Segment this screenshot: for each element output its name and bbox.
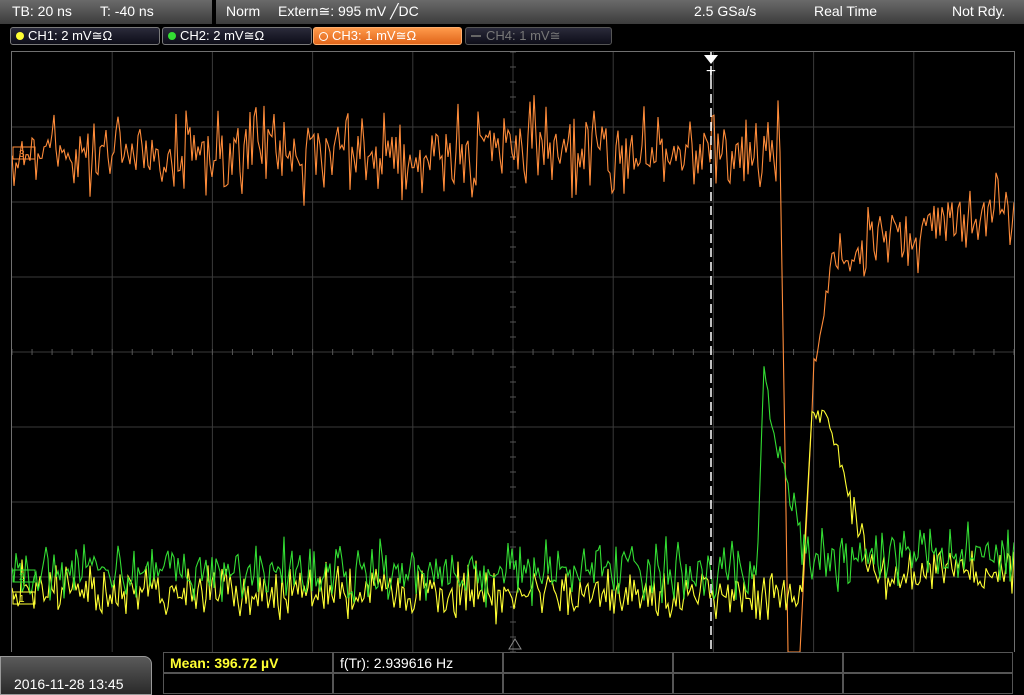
trigger-arrow-icon[interactable] (704, 55, 718, 64)
acquisition-state: Not Rdy. (952, 3, 1006, 19)
sample-rate: 2.5 GSa/s (694, 3, 757, 19)
measurement-cell-empty (503, 673, 673, 694)
bottom-bar: 2016-11-28 13:45 Mean: 396.72 µV f(Tr): … (0, 652, 1024, 695)
waveform-svg: T 3 2 1 (11, 51, 1015, 653)
measurement-cell-empty (673, 673, 843, 694)
ch1-offset-label: 1 (19, 594, 25, 605)
channel-tabs: CH1: 2 mV≅Ω CH2: 2 mV≅Ω CH3: 1 mV≅Ω CH4:… (0, 24, 1024, 50)
timebase-panel[interactable]: TB: 20 ns T: -40 ns (0, 0, 212, 25)
ch3-offset-label: 3 (19, 149, 25, 160)
waveform-display[interactable]: T 3 2 1 (11, 51, 1015, 653)
ch3-indicator-icon (319, 31, 328, 41)
ch3-offset-marker[interactable]: 3 (12, 146, 36, 160)
trigger-level-marker-icon (508, 638, 522, 650)
ch1-label: CH1: 2 mV≅Ω (28, 28, 113, 43)
measurement-cell-frequency: f(Tr): 2.939616 Hz (333, 652, 503, 673)
ch2-indicator-icon (168, 32, 176, 40)
trigger-source: Extern≅: 995 mV ╱DC (278, 3, 419, 19)
channel-tab-ch4[interactable]: CH4: 1 mV≅ (465, 27, 612, 45)
ch1-indicator-icon (16, 32, 24, 40)
measurement-frequency: f(Tr): 2.939616 Hz (340, 655, 454, 671)
measurement-cell-empty (673, 652, 843, 673)
acquisition-mode: Real Time (814, 3, 878, 19)
ch2-offset-label: 2 (19, 572, 25, 583)
ch4-indicator-icon (471, 35, 481, 37)
measurement-mean: Mean: 396.72 µV (170, 655, 279, 671)
measurement-cell-mean: Mean: 396.72 µV (163, 652, 333, 673)
channel-tab-ch1[interactable]: CH1: 2 mV≅Ω (10, 27, 160, 45)
trigger-mode: Norm (226, 3, 261, 19)
measurement-cell-empty (163, 673, 333, 694)
measurement-cell-empty (503, 652, 673, 673)
trigger-time-readout: T: -40 ns (100, 3, 154, 19)
date-time: 2016-11-28 13:45 (14, 676, 124, 692)
trigger-status-panel[interactable]: Norm Extern≅: 995 mV ╱DC 2.5 GSa/s Real … (216, 0, 1024, 25)
timebase-readout: TB: 20 ns (12, 3, 72, 19)
measurement-cell-empty (843, 673, 1013, 694)
measurement-table[interactable]: Mean: 396.72 µV f(Tr): 2.939616 Hz (163, 652, 1013, 695)
measurement-cell-empty (333, 673, 503, 694)
channel-tab-ch2[interactable]: CH2: 2 mV≅Ω (162, 27, 312, 45)
ch2-label: CH2: 2 mV≅Ω (180, 28, 265, 43)
ch3-label: CH3: 1 mV≅Ω (332, 28, 417, 43)
measurement-cell-empty (843, 652, 1013, 673)
channel-tab-ch3[interactable]: CH3: 1 mV≅Ω (313, 27, 462, 45)
ch4-label: CH4: 1 mV≅ (486, 28, 561, 43)
date-time-panel[interactable]: 2016-11-28 13:45 (0, 656, 152, 695)
trigger-marker-label: T (706, 67, 715, 84)
